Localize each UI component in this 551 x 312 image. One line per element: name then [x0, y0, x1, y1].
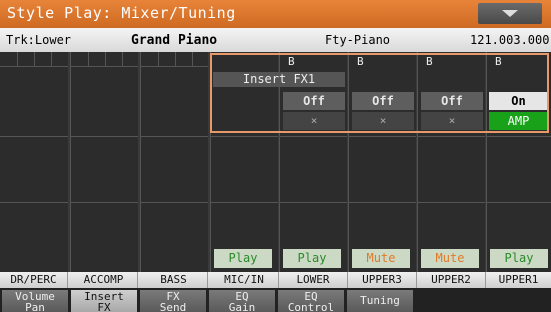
channel-strip-upper2: B Off × Mute — [417, 52, 485, 272]
sound-category: Fty-Piano — [325, 33, 391, 47]
channel-name: MIC/IN — [210, 272, 279, 288]
grid-line — [211, 136, 278, 137]
grid-line — [34, 52, 35, 66]
fx-bus-cell-upper1[interactable]: B — [487, 54, 551, 68]
tab-eq-control[interactable]: EQ Control — [278, 290, 344, 312]
grid-line — [105, 52, 106, 66]
bottom-tab-bar: Volume Pan Insert FX FX Send EQ Gain EQ … — [0, 288, 551, 312]
grid-line — [17, 52, 18, 66]
grid-line — [0, 136, 68, 137]
bank-number: 121.003.000 — [470, 33, 550, 47]
play-mute-button-upper3[interactable]: Mute — [352, 249, 410, 268]
grid-line — [211, 202, 278, 203]
insert-fx-type-upper1[interactable]: AMP — [489, 112, 548, 130]
tab-label: Pan — [25, 301, 45, 312]
tab-volume-pan[interactable]: Volume Pan — [2, 290, 68, 312]
channel-name: BASS — [140, 272, 208, 288]
fx-bus-label: B — [288, 55, 295, 68]
insert-fx-type-upper2[interactable]: × — [421, 112, 483, 130]
title-bar: Style Play: Mixer/Tuning — [0, 0, 551, 28]
grid-line — [487, 202, 551, 203]
fx-bus-cell-lower[interactable]: B — [280, 54, 347, 68]
insert-fx-on-button-upper1[interactable]: On — [489, 92, 548, 110]
grid-line — [71, 202, 138, 203]
play-mute-button-upper1[interactable]: Play — [490, 249, 548, 268]
tab-label: Gain — [228, 301, 256, 312]
grid-line — [418, 136, 485, 137]
grid-line — [141, 136, 208, 137]
fx-bus-cell-upper3[interactable]: B — [349, 54, 416, 68]
grid-line — [141, 66, 208, 67]
insert-fx-type-upper3[interactable]: × — [352, 112, 414, 130]
grid-line — [51, 52, 52, 66]
fx-bus-label: B — [495, 55, 502, 68]
grid-line — [280, 136, 347, 137]
channel-name: UPPER1 — [498, 273, 539, 286]
grid-line — [0, 202, 68, 203]
tab-insert-fx[interactable]: Insert FX — [71, 290, 137, 312]
play-mute-button-lower[interactable]: Play — [283, 249, 341, 268]
channel-name: UPPER2 — [417, 272, 486, 288]
insert-fx-label: Insert FX1 — [213, 72, 345, 87]
grid-line — [349, 136, 416, 137]
insert-fx-off-button-upper2[interactable]: Off — [421, 92, 483, 110]
tab-fx-send[interactable]: FX Send — [140, 290, 206, 312]
insert-fx-off-button-lower[interactable]: Off — [283, 92, 345, 110]
tab-label: Send — [159, 301, 187, 312]
grid-line — [122, 52, 123, 66]
fx-bus-label: B — [357, 55, 364, 68]
play-mute-button-upper2[interactable]: Mute — [421, 249, 479, 268]
fx-bus-label: B — [426, 55, 433, 68]
channel-strip-drperc — [0, 52, 68, 272]
channel-name: ACCOMP — [70, 272, 138, 288]
tab-label: Control — [287, 301, 335, 312]
grid-line — [192, 52, 193, 66]
channel-strip-upper3: B Off × Mute — [348, 52, 416, 272]
grid-line — [175, 52, 176, 66]
fx-bus-cell-upper2[interactable]: B — [418, 54, 485, 68]
tab-tuning[interactable]: Tuning — [347, 290, 413, 312]
channel-name: LOWER — [279, 272, 348, 288]
page-title: Style Play: Mixer/Tuning — [7, 4, 236, 22]
grid-line — [141, 202, 208, 203]
channel-name: UPPER3 — [348, 272, 417, 288]
grid-line — [418, 202, 485, 203]
grid-line — [88, 52, 89, 66]
tab-eq-gain[interactable]: EQ Gain — [209, 290, 275, 312]
grid-line — [158, 52, 159, 66]
grid-line — [487, 136, 551, 137]
page-menu-button[interactable] — [478, 3, 542, 24]
track-label: Trk:Lower — [6, 33, 72, 47]
channel-names-row: DR/PERC ACCOMP BASS MIC/IN LOWER UPPER3 … — [0, 272, 551, 288]
grid-line — [0, 66, 68, 67]
mixer-screen: Style Play: Mixer/Tuning Trk:Lower Grand… — [0, 0, 551, 312]
insert-fx-off-button-upper3[interactable]: Off — [352, 92, 414, 110]
channel-strip-upper1: B On AMP Play — [486, 52, 551, 272]
insert-fx-type-lower[interactable]: × — [283, 112, 345, 130]
grid-line — [280, 202, 347, 203]
sound-name[interactable]: Grand Piano — [131, 33, 217, 48]
grid-line — [71, 66, 138, 67]
tab-label: FX — [97, 301, 111, 312]
track-info-bar: Trk:Lower Grand Piano Fty-Piano 121.003.… — [0, 28, 551, 52]
channel-strip-accomp — [70, 52, 138, 272]
play-mute-button-micin[interactable]: Play — [214, 249, 272, 268]
tab-label: Tuning — [360, 294, 400, 307]
grid-line — [349, 202, 416, 203]
chevron-down-icon — [502, 10, 518, 17]
channel-strip-bass — [140, 52, 208, 272]
grid-line — [71, 136, 138, 137]
channel-name: DR/PERC — [0, 272, 68, 288]
